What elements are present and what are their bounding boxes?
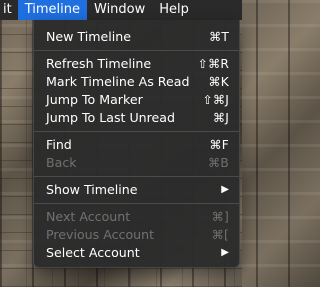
menu-item-jump-to-marker[interactable]: Jump To Marker ⇧⌘J xyxy=(34,91,239,109)
menu-item-label: Jump To Marker xyxy=(46,92,143,107)
menu-bar: it Timeline Window Help xyxy=(0,0,242,20)
menu-item-jump-to-last-unread[interactable]: Jump To Last Unread ⌘J xyxy=(34,109,239,127)
shortcut-label: ⇧⌘R xyxy=(197,57,229,71)
menu-item-find[interactable]: Find ⌘F xyxy=(34,136,239,154)
shortcut-label: ⌘[ xyxy=(211,228,229,242)
menu-separator xyxy=(34,176,239,177)
menu-item-next-account: Next Account ⌘] xyxy=(34,208,239,226)
menu-item-show-timeline[interactable]: Show Timeline ▶ xyxy=(34,181,239,199)
menu-item-label: Refresh Timeline xyxy=(46,56,152,71)
menubar-item-window[interactable]: Window xyxy=(87,0,152,20)
menu-item-label: Previous Account xyxy=(46,227,155,242)
shortcut-label: ⌘K xyxy=(208,75,229,89)
menu-item-label: Back xyxy=(46,155,77,170)
submenu-arrow-icon: ▶ xyxy=(221,247,229,258)
menu-item-label: Jump To Last Unread xyxy=(46,110,176,125)
menu-separator xyxy=(34,50,239,51)
menu-item-label: New Timeline xyxy=(46,29,132,44)
menu-separator xyxy=(34,131,239,132)
shortcut-label: ⌘J xyxy=(212,111,229,125)
menubar-item-help[interactable]: Help xyxy=(152,0,196,20)
submenu-arrow-icon: ▶ xyxy=(221,184,229,195)
menu-item-refresh-timeline[interactable]: Refresh Timeline ⇧⌘R xyxy=(34,55,239,73)
shortcut-label: ⇧⌘J xyxy=(202,93,229,107)
menu-item-label: Mark Timeline As Read xyxy=(46,74,190,89)
shortcut-label: ⌘T xyxy=(208,30,229,44)
menu-item-label: Find xyxy=(46,137,72,152)
shortcut-label: ⌘F xyxy=(209,138,229,152)
menu-separator xyxy=(34,203,239,204)
menu-item-label: Show Timeline xyxy=(46,182,138,197)
menubar-item-edit-partial[interactable]: it xyxy=(0,0,18,20)
menubar-item-timeline[interactable]: Timeline xyxy=(17,0,87,20)
shortcut-label: ⌘B xyxy=(208,156,229,170)
menu-item-label: Select Account xyxy=(46,245,140,260)
shortcut-label: ⌘] xyxy=(211,210,229,224)
menu-item-new-timeline[interactable]: New Timeline ⌘T xyxy=(34,28,239,46)
menu-item-mark-timeline-as-read[interactable]: Mark Timeline As Read ⌘K xyxy=(34,73,239,91)
menu-item-label: Next Account xyxy=(46,209,131,224)
timeline-dropdown-menu: New Timeline ⌘T Refresh Timeline ⇧⌘R Mar… xyxy=(33,20,240,268)
menu-item-back: Back ⌘B xyxy=(34,154,239,172)
menu-item-select-account[interactable]: Select Account ▶ xyxy=(34,244,239,262)
menu-item-previous-account: Previous Account ⌘[ xyxy=(34,226,239,244)
